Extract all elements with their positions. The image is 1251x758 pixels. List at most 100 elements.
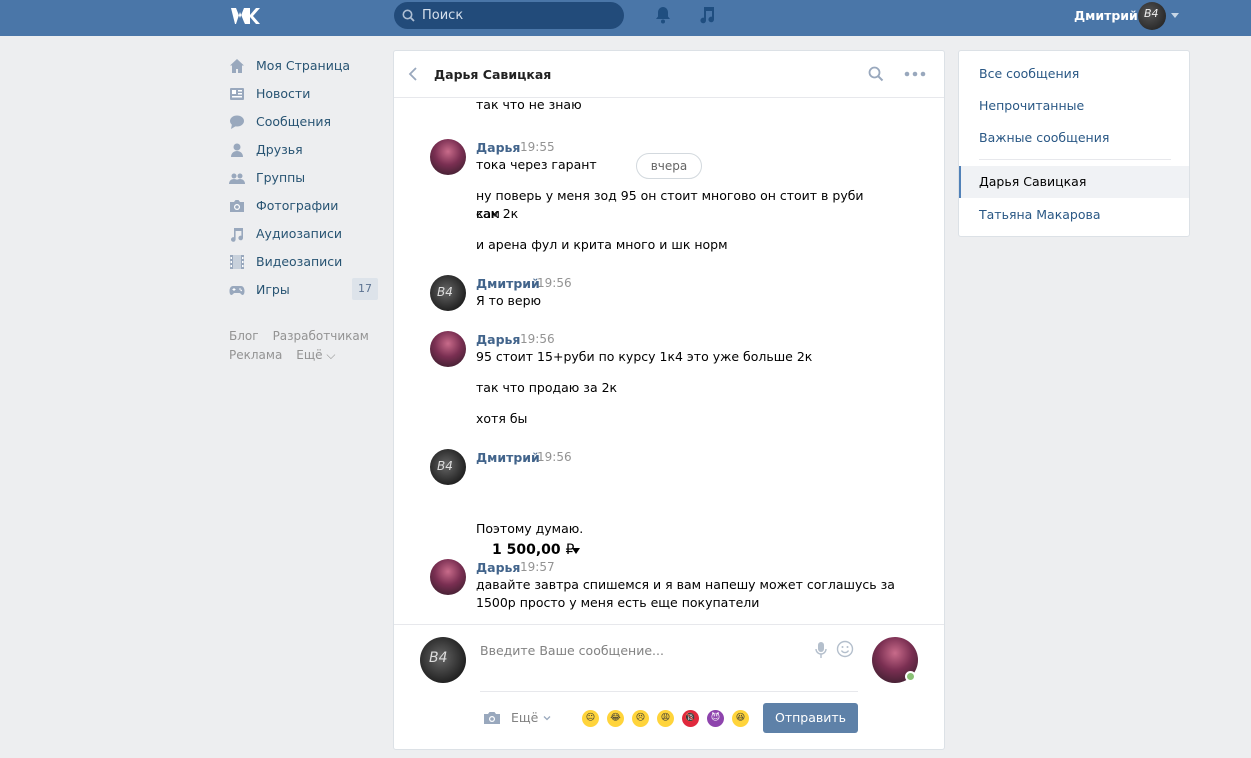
message-author[interactable]: Дмитрий: [476, 450, 540, 465]
message-time: 19:56: [537, 450, 572, 464]
developers-link[interactable]: Разработчикам: [273, 329, 369, 343]
message-input[interactable]: Введите Ваше сообщение...: [480, 643, 858, 658]
filter-important[interactable]: Важные сообщения: [979, 130, 1109, 145]
chevron-down-icon[interactable]: [543, 714, 551, 722]
panel-divider: [979, 159, 1171, 160]
message-text: Я то верю: [476, 293, 542, 308]
send-button[interactable]: Отправить: [763, 703, 858, 733]
message-composer: B4 Введите Ваше сообщение... Ещё 😐 😂 😣 😩…: [394, 624, 944, 749]
money-transfer-amount[interactable]: 1 500,00 ₽: [492, 542, 574, 558]
avatar[interactable]: B4: [430, 449, 466, 485]
games-count-badge: 17: [352, 278, 378, 300]
nav-label: Аудиозаписи: [256, 226, 342, 241]
ads-link[interactable]: Реклама: [229, 348, 282, 362]
message-text: Поэтому думаю.: [476, 521, 584, 536]
message-text: так что продаю за 2к: [476, 380, 618, 395]
back-arrow-icon[interactable]: [408, 67, 418, 81]
dialog-item-active[interactable]: Дарья Савицкая: [959, 166, 1189, 198]
message-time: 19:56: [537, 276, 572, 290]
chat-header: Дарья Савицкая: [394, 51, 944, 98]
emoji-weary[interactable]: 😩: [657, 710, 674, 727]
message-time: 19:55: [520, 140, 555, 154]
top-bar: Поиск Дмитрий B4: [0, 0, 1251, 36]
music-note-icon[interactable]: [698, 5, 716, 25]
nav-item-video[interactable]: Видеозаписи: [228, 248, 380, 276]
camera-icon: [230, 200, 244, 212]
blog-link[interactable]: Блог: [229, 329, 259, 343]
more-link[interactable]: Ещё ⌵: [296, 348, 335, 362]
search-icon[interactable]: [868, 66, 884, 82]
message-author[interactable]: Дарья: [476, 332, 520, 347]
message-author[interactable]: Дарья: [476, 140, 520, 155]
avatar[interactable]: B4: [430, 275, 466, 311]
emoji-devil[interactable]: 😈: [707, 710, 724, 727]
groups-icon: [229, 173, 245, 184]
dialog-item-label: Дарья Савицкая: [979, 174, 1087, 189]
user-name[interactable]: Дмитрий: [1074, 8, 1138, 23]
avatar[interactable]: [430, 559, 466, 595]
nav-item-messages[interactable]: Сообщения: [228, 108, 380, 136]
online-indicator: [905, 671, 916, 682]
chat-peer-name[interactable]: Дарья Савицкая: [434, 67, 551, 82]
filter-unread[interactable]: Непрочитанные: [979, 98, 1084, 113]
avatar[interactable]: [430, 139, 466, 175]
emoji-persevering[interactable]: 😣: [632, 710, 649, 727]
nav-item-friends[interactable]: Друзья: [228, 136, 380, 164]
nav-label: Группы: [256, 170, 306, 185]
bell-icon[interactable]: [654, 6, 672, 24]
emoji-neutral[interactable]: 😐: [582, 710, 599, 727]
chevron-down-icon[interactable]: [1171, 13, 1179, 18]
filter-all-messages[interactable]: Все сообщения: [979, 66, 1079, 81]
microphone-icon[interactable]: [814, 641, 828, 659]
chevron-down-icon[interactable]: [572, 548, 580, 554]
message-author[interactable]: Дарья: [476, 560, 520, 575]
message-history[interactable]: так что не знаю вчера Дарья 19:55 тока ч…: [394, 99, 944, 624]
avatar[interactable]: [430, 331, 466, 367]
search-placeholder: Поиск: [422, 8, 464, 23]
camera-icon[interactable]: [483, 711, 501, 725]
news-icon: [230, 88, 244, 100]
nav-footer: Блог Разработчикам Реклама Ещё ⌵: [229, 327, 389, 365]
message-time: 19:56: [520, 332, 555, 346]
nav-item-audio[interactable]: Аудиозаписи: [228, 220, 380, 248]
nav-item-games[interactable]: Игры 17: [228, 276, 380, 304]
message-author[interactable]: Дмитрий: [476, 276, 540, 291]
avatar-text: B4: [429, 650, 448, 666]
emoji-tears-of-joy[interactable]: 😂: [607, 710, 624, 727]
music-icon: [231, 228, 243, 242]
emoji-laughing[interactable]: 😆: [732, 710, 749, 727]
search-input[interactable]: Поиск: [394, 2, 624, 29]
nav-label: Игры: [256, 282, 290, 297]
search-icon: [402, 9, 415, 22]
messages-filter-panel: Все сообщения Непрочитанные Важные сообщ…: [958, 50, 1190, 237]
my-avatar[interactable]: B4: [420, 637, 466, 683]
friends-icon: [231, 143, 243, 157]
vk-logo[interactable]: [229, 5, 263, 27]
message-text: так что не знаю: [476, 99, 582, 112]
nav-label: Сообщения: [256, 114, 332, 129]
nav-label: Друзья: [256, 142, 303, 157]
nav-label: Моя Страница: [256, 58, 350, 73]
nav-item-groups[interactable]: Группы: [228, 164, 380, 192]
nav-label: Видеозаписи: [256, 254, 343, 269]
home-icon: [230, 59, 244, 73]
nav-label: Новости: [256, 86, 311, 101]
amount-value: 1 500,00: [492, 542, 561, 558]
message-time: 19:57: [520, 560, 555, 574]
user-avatar[interactable]: B4: [1138, 2, 1166, 30]
smile-icon[interactable]: [836, 640, 854, 658]
nav-item-photos[interactable]: Фотографии: [228, 192, 380, 220]
more-dots-icon[interactable]: [904, 71, 926, 77]
message-text: хотя бы: [476, 411, 528, 426]
nav-label: Фотографии: [256, 198, 339, 213]
nav-item-my-page[interactable]: Моя Страница: [228, 52, 380, 80]
message-text: как 2к: [476, 206, 519, 221]
attach-more-button[interactable]: Ещё: [511, 710, 538, 725]
chat-panel: Дарья Савицкая так что не знаю вчера Дар…: [393, 50, 945, 750]
dialog-item[interactable]: Татьяна Макарова: [979, 207, 1101, 222]
nav-item-news[interactable]: Новости: [228, 80, 380, 108]
emoji-no-under-18[interactable]: 🔞: [682, 710, 699, 727]
avatar-text: B4: [437, 459, 453, 473]
message-text: 1500р просто у меня есть еще покупатели: [476, 595, 760, 610]
message-text: 95 стоит 15+руби по курсу 1к4 это уже бо…: [476, 349, 813, 364]
